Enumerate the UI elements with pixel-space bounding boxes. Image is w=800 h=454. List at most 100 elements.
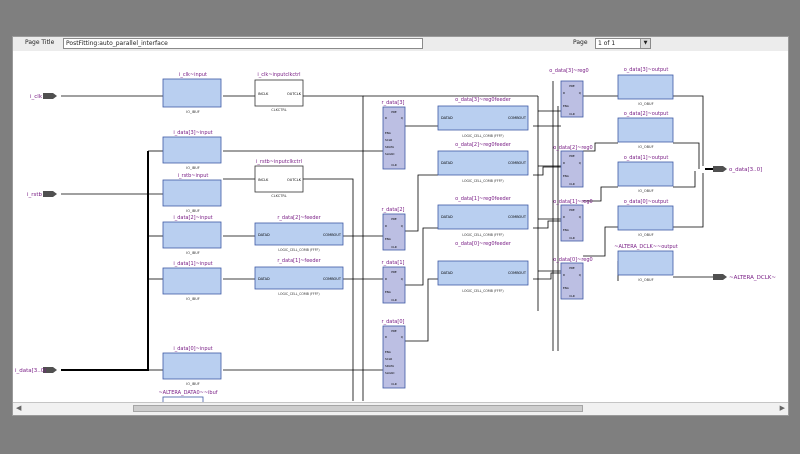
io-ibuf-i-clk[interactable]: i_clk~input IO_IBUF [162, 72, 222, 114]
feeder-o-data-1[interactable]: o_data[1]~reg0feeder DATAD COMBOUT LOGIC… [437, 196, 529, 237]
pin-label: DATAD [258, 277, 270, 281]
block-title: i_rstb~input [178, 173, 209, 179]
io-ibuf-i-data-2[interactable]: i_data[2]~input IO_IBUF [162, 215, 222, 255]
io-obuf-o-data-2[interactable]: o_data[2]~output IO_OBUF [617, 111, 674, 149]
schematic-svg: i_clk i_rstb i_data[3..0] o_data[3..0] ~… [15, 67, 776, 403]
block-type: LOGIC_CELL_COMB (FFFF) [462, 179, 503, 183]
pin-label: PRE [569, 154, 575, 158]
pin-label: PRE [391, 110, 397, 114]
scrollbar-thumb[interactable] [133, 405, 583, 412]
block-type: IO_IBUF [186, 251, 200, 255]
io-ibuf-i-data-1[interactable]: i_data[1]~input IO_IBUF [162, 261, 222, 301]
block-type: LOGIC_CELL_COMB (FFFF) [278, 248, 319, 252]
block-title: i_data[1]~input [173, 261, 212, 267]
pin-label: COMBOUT [508, 161, 527, 165]
page-label: Page [573, 39, 588, 46]
register-o-data-1[interactable]: o_data[1]~reg0 PRE D Q ENA CLR [553, 199, 593, 242]
block-title: i_data[0]~input [173, 346, 212, 352]
port-label: o_data[3..0] [729, 167, 762, 173]
port-label: i_clk [30, 94, 43, 100]
block-title: o_data[0]~output [624, 199, 669, 205]
block-type: IO_OBUF [638, 189, 653, 193]
block-title: i_clk~input [179, 72, 207, 78]
page-select[interactable]: 1 of 1 ▼ [595, 38, 651, 49]
io-obuf-altera-dclk[interactable]: ~ALTERA_DCLK~~output IO_OBUF [614, 244, 677, 282]
feeder-r-data-2[interactable]: r_data[2]~feeder DATAD COMBOUT LOGIC_CEL… [254, 215, 344, 252]
scroll-right-icon[interactable]: ▶ [780, 404, 785, 412]
chevron-down-icon[interactable]: ▼ [640, 39, 650, 48]
port-i-clk[interactable]: i_clk [30, 93, 57, 100]
block-type: LOGIC_CELL_COMB (FFFF) [462, 134, 503, 138]
io-obuf-o-data-1[interactable]: o_data[1]~output IO_OBUF [617, 155, 674, 193]
block-title: o_data[2]~reg0feeder [455, 142, 512, 148]
io-ibuf-i-data-0[interactable]: i_data[0]~input IO_IBUF [162, 346, 222, 386]
pin-label: ENA [385, 237, 391, 241]
register-o-data-3[interactable]: o_data[3]~reg0 PRE D Q ENA CLR [549, 68, 589, 118]
scroll-left-icon[interactable]: ◀ [16, 404, 21, 412]
block-title: o_data[3]~reg0feeder [455, 97, 512, 103]
pin-label: PRE [569, 266, 575, 270]
clkctrl-i-clk[interactable]: i_clk~inputclkctrl INCLK OUTCLK CLKCTRL [254, 72, 304, 112]
feeder-r-data-1[interactable]: r_data[1]~feeder DATAD COMBOUT LOGIC_CEL… [254, 258, 344, 296]
port-i-data[interactable]: i_data[3..0] [15, 367, 57, 374]
horizontal-scrollbar[interactable]: ◀ ▶ [13, 402, 788, 415]
pin-label: DATAD [258, 233, 270, 237]
pin-label: OUTCLK [287, 178, 302, 182]
block-title: r_data[0] [382, 319, 405, 325]
toolbar: Page Title PostFitting:auto_parallel_int… [13, 37, 788, 52]
feeder-o-data-2[interactable]: o_data[2]~reg0feeder DATAD COMBOUT LOGIC… [437, 142, 529, 183]
port-altera-dclk[interactable]: ~ALTERA_DCLK~ [713, 274, 776, 281]
io-obuf-o-data-0[interactable]: o_data[0]~output IO_OBUF [617, 199, 674, 237]
block-type: IO_IBUF [186, 297, 200, 301]
pin-label: ENA [385, 350, 391, 354]
port-i-rstb[interactable]: i_rstb [27, 191, 57, 198]
pin-label: INCLK [258, 92, 269, 96]
io-ibuf-i-rstb[interactable]: i_rstb~input IO_IBUF [162, 173, 222, 213]
io-obuf-o-data-3[interactable]: o_data[3]~output IO_OBUF [617, 67, 674, 106]
pin-label: ENA [385, 131, 391, 135]
pin-label: DATAD [441, 271, 453, 275]
register-r-data-0[interactable]: r_data[0] PRE D Q ENA SCLR SDATA SLOAD C… [382, 319, 406, 389]
block-title: r_data[2]~feeder [277, 215, 321, 221]
block-title: ~ALTERA_DATA0~~ibuf [158, 390, 217, 396]
port-o-data[interactable]: o_data[3..0] [713, 166, 762, 173]
block-type: IO_OBUF [638, 102, 653, 106]
pin-label: PRE [569, 208, 575, 212]
block-type: IO_IBUF [186, 209, 200, 213]
block-type: LOGIC_CELL_COMB (FFFF) [278, 292, 319, 296]
pin-label: COMBOUT [508, 116, 527, 120]
register-r-data-1[interactable]: r_data[1] PRE D Q ENA CLR [382, 260, 406, 304]
pin-label: CLR [569, 294, 575, 298]
block-title: o_data[1]~reg0 [553, 199, 592, 205]
pin-label: OUTCLK [287, 92, 302, 96]
pin-label: DATAD [441, 116, 453, 120]
page-title-label: Page Title [25, 39, 55, 46]
io-ibuf-i-data-3[interactable]: i_data[3]~input IO_IBUF [162, 130, 222, 170]
register-r-data-3[interactable]: r_data[3] PRE D Q ENA SCLR SDATA SLOAD C… [382, 100, 406, 170]
block-title: o_data[2]~output [624, 111, 669, 117]
schematic-canvas[interactable]: i_clk i_rstb i_data[3..0] o_data[3..0] ~… [13, 51, 788, 403]
pin-label: D [385, 335, 387, 339]
block-title: o_data[3]~reg0 [549, 68, 588, 74]
pin-label: SCLR [385, 138, 392, 142]
block-title: o_data[1]~reg0feeder [455, 196, 512, 202]
pin-label: CLR [391, 382, 397, 386]
block-title: o_data[0]~reg0 [553, 257, 592, 263]
block-type: LOGIC_CELL_COMB (FFFF) [462, 289, 503, 293]
block-title: o_data[0]~reg0feeder [455, 241, 512, 247]
block-title: i_clk~inputclkctrl [257, 72, 300, 78]
pin-label: CLR [569, 112, 575, 116]
feeder-o-data-0[interactable]: o_data[0]~reg0feeder DATAD COMBOUT LOGIC… [437, 241, 529, 293]
pin-label: ENA [385, 290, 391, 294]
pin-label: COMBOUT [508, 215, 527, 219]
block-title: r_data[1] [382, 260, 405, 266]
port-label: ~ALTERA_DCLK~ [729, 275, 776, 281]
pin-label: ENA [563, 104, 569, 108]
register-o-data-0[interactable]: o_data[0]~reg0 PRE D Q ENA CLR [553, 257, 593, 300]
clkctrl-i-rstb[interactable]: i_rstb~inputclkctrl INCLK OUTCLK CLKCTRL [254, 159, 304, 198]
pin-label: CLR [391, 298, 397, 302]
register-r-data-2[interactable]: r_data[2] PRE D Q ENA CLR [382, 207, 406, 251]
feeder-o-data-3[interactable]: o_data[3]~reg0feeder DATAD COMBOUT LOGIC… [437, 97, 529, 138]
page-title-field[interactable]: PostFitting:auto_parallel_interface [63, 38, 423, 49]
pin-label: DATAD [441, 161, 453, 165]
